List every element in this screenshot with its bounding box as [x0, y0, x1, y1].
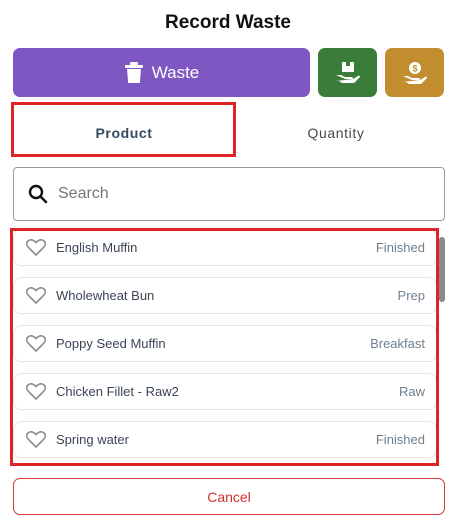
dialog-title: Record Waste	[165, 12, 291, 33]
coin-in-hand-icon: $	[402, 61, 428, 85]
coin-in-hand-button[interactable]: $	[385, 48, 444, 97]
svg-text:$: $	[412, 63, 417, 73]
search-input[interactable]	[58, 185, 418, 203]
cancel-button[interactable]: Cancel	[13, 478, 445, 515]
waste-button[interactable]: Waste	[13, 48, 310, 97]
highlight-frame-list	[10, 228, 439, 466]
waste-button-label: Waste	[151, 62, 200, 82]
tab-quantity[interactable]: Quantity	[236, 112, 436, 154]
trash-icon	[124, 61, 144, 84]
record-waste-dialog: Record Waste Waste $ Product Quantity Se…	[0, 0, 456, 526]
highlight-frame-tab	[11, 102, 236, 157]
search-field[interactable]	[13, 167, 445, 221]
box-in-hand-button[interactable]	[318, 48, 377, 97]
search-icon	[28, 184, 48, 204]
box-in-hand-icon	[335, 61, 361, 85]
list-scrollbar[interactable]	[439, 237, 445, 302]
